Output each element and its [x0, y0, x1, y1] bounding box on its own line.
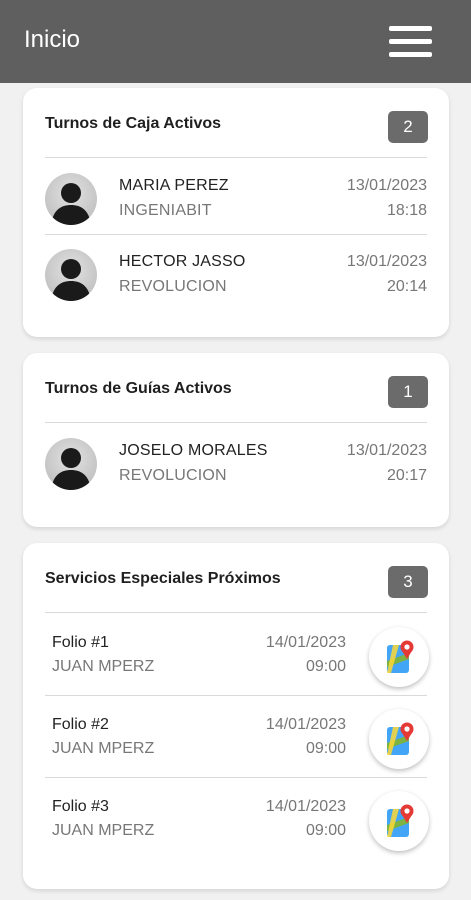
- shift-time: 18:18: [386, 202, 427, 219]
- hamburger-menu-icon[interactable]: [386, 22, 434, 62]
- service-time: 09:00: [305, 740, 346, 757]
- list-item[interactable]: Folio #1 JUAN MPERZ 14/01/2023 09:00: [23, 613, 449, 695]
- shift-location: REVOLUCION: [119, 467, 227, 484]
- shift-user-name: HECTOR JASSO: [119, 253, 246, 270]
- page-title: Inicio: [24, 26, 81, 53]
- shift-user-name: MARIA PEREZ: [119, 177, 229, 194]
- service-date: 14/01/2023: [265, 798, 346, 815]
- count-badge: 2: [388, 111, 428, 143]
- list-item[interactable]: MARIA PEREZ INGENIABIT 13/01/2023 18:18: [23, 158, 449, 234]
- count-badge: 1: [388, 376, 428, 408]
- map-location-icon[interactable]: [369, 791, 429, 851]
- shift-location: INGENIABIT: [119, 202, 212, 219]
- service-time: 09:00: [305, 822, 346, 839]
- card-title: Turnos de Guías Activos: [45, 380, 232, 397]
- service-folio: Folio #2: [52, 716, 109, 733]
- shift-location: REVOLUCION: [119, 278, 227, 295]
- app-bar: Inicio: [0, 0, 471, 83]
- special-services-card: Servicios Especiales Próximos 3 Folio #1…: [23, 543, 449, 889]
- list-item[interactable]: JOSELO MORALES REVOLUCION 13/01/2023 20:…: [23, 423, 449, 499]
- list-item[interactable]: Folio #2 JUAN MPERZ 14/01/2023 09:00: [23, 695, 449, 777]
- shift-date: 13/01/2023: [346, 442, 427, 459]
- service-client: JUAN MPERZ: [52, 740, 155, 757]
- card-title: Turnos de Caja Activos: [45, 115, 222, 132]
- service-folio: Folio #3: [52, 798, 109, 815]
- card-title: Servicios Especiales Próximos: [45, 570, 281, 587]
- service-date: 14/01/2023: [265, 716, 346, 733]
- cash-shifts-card: Turnos de Caja Activos 2 MARIA PEREZ ING…: [23, 88, 449, 337]
- shift-time: 20:17: [386, 467, 427, 484]
- map-location-icon[interactable]: [369, 627, 429, 687]
- service-time: 09:00: [305, 658, 346, 675]
- service-date: 14/01/2023: [265, 634, 346, 651]
- avatar-icon: [45, 173, 97, 225]
- service-client: JUAN MPERZ: [52, 822, 155, 839]
- avatar-icon: [45, 249, 97, 301]
- shift-date: 13/01/2023: [346, 253, 427, 270]
- map-location-icon[interactable]: [369, 709, 429, 769]
- service-client: JUAN MPERZ: [52, 658, 155, 675]
- count-badge: 3: [388, 566, 428, 598]
- list-item[interactable]: HECTOR JASSO REVOLUCION 13/01/2023 20:14: [23, 234, 449, 310]
- shift-user-name: JOSELO MORALES: [119, 442, 268, 459]
- avatar-icon: [45, 438, 97, 490]
- guide-shifts-card: Turnos de Guías Activos 1 JOSELO MORALES…: [23, 353, 449, 527]
- shift-date: 13/01/2023: [346, 177, 427, 194]
- list-item[interactable]: Folio #3 JUAN MPERZ 14/01/2023 09:00: [23, 777, 449, 859]
- service-folio: Folio #1: [52, 634, 109, 651]
- shift-time: 20:14: [386, 278, 427, 295]
